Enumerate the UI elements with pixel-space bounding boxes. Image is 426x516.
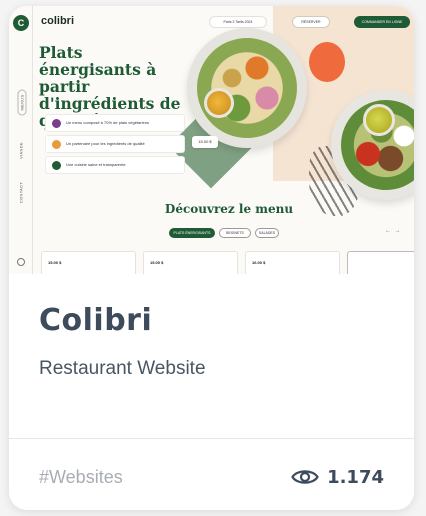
thumbnail-product-card: 15.00 $	[143, 251, 238, 274]
thumbnail-side-rail: C MENUS VIANDE CONTACT	[9, 6, 33, 274]
thumbnail-feature: Un partenaire pour les ingrédients de qu…	[45, 135, 185, 153]
thumbnail-address-pill: Paris 2 Tarifs 2024	[209, 16, 267, 28]
project-card[interactable]: C MENUS VIANDE CONTACT colibri Paris 2 T…	[9, 6, 414, 510]
thumbnail-product-card: 16.00 $	[245, 251, 340, 274]
eye-icon	[291, 470, 319, 484]
thumbnail-orange-shape	[309, 42, 345, 82]
thumbnail-tab-beignets: BEIGNETS	[219, 228, 251, 238]
thumbnail-feature-text: Un partenaire pour les ingrédients de qu…	[66, 141, 145, 146]
broccoli-icon	[52, 161, 61, 170]
thumbnail-product-card	[347, 251, 414, 274]
thumbnail-feature: Un menu composé à 70% de plats végétarie…	[45, 114, 185, 132]
thumbnail-menu-title: Découvrez le menu	[164, 202, 294, 216]
thumbnail-product-price: 15.00 $	[48, 260, 62, 265]
thumbnail-reserve-button: RÉSERVER	[292, 16, 330, 28]
thumbnail-sauce-image	[204, 88, 234, 118]
project-thumbnail[interactable]: C MENUS VIANDE CONTACT colibri Paris 2 T…	[9, 6, 414, 274]
thumbnail-nav-menus: MENUS	[17, 89, 27, 116]
thumbnail-product-card: 15.00 $	[41, 251, 136, 274]
thumbnail-feature: Une cuisine saine et transparente	[45, 156, 185, 174]
thumbnail-product-price: 16.00 $	[252, 260, 266, 265]
thumbnail-tab-plats: PLATS ÉNERGISANTS	[169, 228, 215, 238]
thumbnail-tab-salades: SALADES	[255, 228, 279, 238]
project-title[interactable]: Colibri	[39, 303, 152, 338]
bird-icon	[52, 140, 61, 149]
thumbnail-bowl-image	[187, 28, 307, 148]
view-count-number: 1.174	[327, 466, 384, 488]
eggplant-icon	[52, 119, 61, 128]
thumbnail-sauce-image-2	[363, 104, 395, 136]
project-subtitle: Restaurant Website	[39, 358, 206, 379]
thumbnail-feature-text: Un menu composé à 70% de plats végétarie…	[66, 120, 149, 125]
card-divider	[9, 438, 414, 439]
thumbnail-nav-viande: VIANDE	[18, 142, 24, 159]
thumbnail-carousel-arrows: ← →	[385, 228, 402, 234]
thumbnail-logo-icon: C	[13, 15, 29, 31]
thumbnail-feature-text: Une cuisine saine et transparente	[66, 162, 126, 167]
thumbnail-price-tag: 15.00 $	[192, 136, 218, 148]
thumbnail-brand: colibri	[41, 15, 75, 27]
thumbnail-globe-icon	[17, 258, 25, 266]
thumbnail-product-price: 15.00 $	[150, 260, 164, 265]
thumbnail-nav-contact: CONTACT	[18, 181, 24, 204]
category-tag[interactable]: #Websites	[39, 467, 123, 488]
thumbnail-order-button: COMMANDER EN LIGNE	[354, 16, 410, 28]
view-count: 1.174	[291, 466, 384, 488]
